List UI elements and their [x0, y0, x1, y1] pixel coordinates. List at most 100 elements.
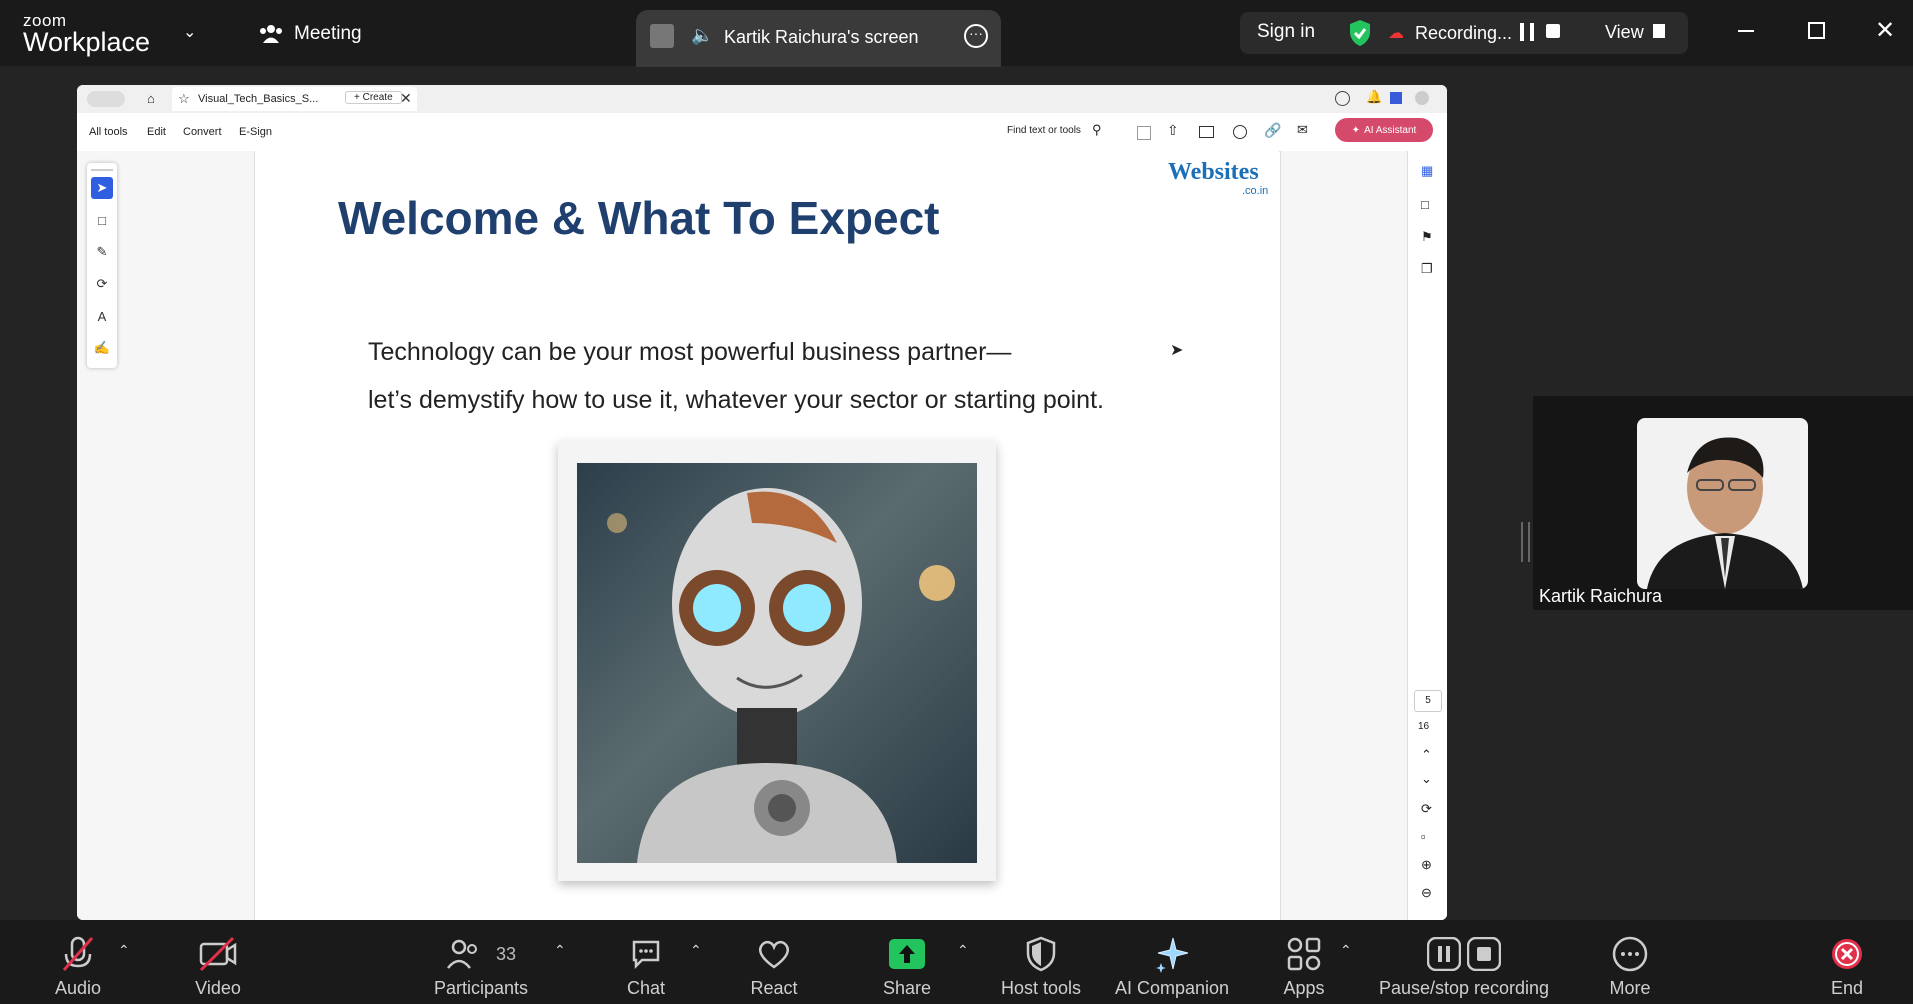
resize-handle[interactable] — [1521, 522, 1530, 562]
share-indicator[interactable]: 🔈 Kartik Raichura's screen ··· — [636, 10, 1001, 67]
more-icon[interactable]: ··· — [964, 24, 988, 48]
participant-video-tile[interactable]: Kartik Raichura — [1533, 396, 1913, 610]
pages-icon[interactable]: ❐ — [1421, 261, 1433, 277]
save-icon[interactable] — [1137, 126, 1151, 140]
ai-companion-label: AI Companion — [1114, 978, 1230, 998]
more-button[interactable]: More — [1608, 932, 1652, 999]
share-link-icon[interactable] — [1233, 125, 1247, 139]
slide-title: Welcome & What To Expect — [338, 192, 940, 244]
pen-icon[interactable]: ✎ — [91, 241, 113, 263]
upload-icon[interactable]: ⇧ — [1167, 122, 1179, 139]
websites-logo: Websites — [1168, 159, 1259, 185]
menu-convert[interactable]: Convert — [183, 126, 222, 138]
chevron-down-icon[interactable]: ⌄ — [183, 22, 196, 42]
signature-icon[interactable]: ✍ — [91, 337, 113, 359]
comment-icon[interactable]: □ — [91, 209, 113, 231]
chevron-up-icon[interactable]: ⌃ — [1421, 747, 1432, 763]
bell-icon[interactable]: 🔔 — [1366, 89, 1382, 105]
ai-companion-button[interactable]: AI Companion — [1110, 932, 1234, 999]
host-tools-button[interactable]: Host tools — [996, 932, 1086, 999]
participants-button[interactable]: 33 Participants — [431, 932, 531, 999]
participants-count: 33 — [495, 943, 517, 964]
restore-icon[interactable] — [1808, 22, 1825, 39]
viewer-toolbar: All tools Edit Convert E-Sign Find text … — [77, 113, 1447, 152]
chevron-down-icon[interactable]: ⌄ — [1421, 771, 1432, 787]
image-frame — [558, 441, 996, 881]
end-button[interactable]: End — [1826, 932, 1868, 999]
edit-panel-icon[interactable]: ▦ — [1421, 163, 1433, 179]
people-icon — [260, 25, 282, 43]
heart-icon — [756, 932, 792, 976]
microphone-muted-icon — [60, 932, 96, 976]
select-cursor-icon[interactable]: ➤ — [91, 177, 113, 199]
end-label: End — [1830, 978, 1864, 998]
react-button[interactable]: React — [748, 932, 800, 999]
page-number-input[interactable]: 5 — [1414, 690, 1442, 712]
zoom-brand-title: Workplace — [23, 27, 151, 57]
view-button[interactable]: View — [1605, 22, 1644, 43]
search-icon[interactable]: ⚲ — [1092, 122, 1102, 138]
slide-line-1: Technology can be your most powerful bus… — [368, 338, 1012, 366]
star-icon[interactable]: ☆ — [178, 91, 190, 107]
participant-avatar — [1637, 418, 1808, 589]
meeting-button[interactable]: Meeting — [258, 23, 362, 45]
chat-button[interactable]: Chat — [620, 932, 672, 999]
create-label: Create — [362, 92, 393, 103]
lasso-icon[interactable]: ⟳ — [91, 273, 113, 295]
participants-icon — [447, 939, 477, 969]
bookmark-icon[interactable]: ⚑ — [1421, 229, 1433, 245]
chat-options-chevron-icon[interactable]: ⌃ — [690, 942, 702, 959]
participants-label: Participants — [433, 978, 529, 998]
stop-icon[interactable] — [1546, 24, 1560, 38]
recording-cloud-icon: ☁ — [1388, 25, 1404, 42]
recording-label: Recording... — [1415, 23, 1513, 43]
participant-name: Kartik Raichura — [1539, 586, 1663, 606]
home-icon[interactable]: ⌂ — [147, 91, 155, 106]
audio-button[interactable]: Audio — [48, 932, 108, 999]
meeting-label: Meeting — [294, 23, 362, 44]
help-icon[interactable] — [1335, 91, 1350, 106]
apps-grid-icon[interactable] — [1390, 92, 1402, 104]
websites-logo-suffix: .co.in — [1242, 185, 1269, 197]
comments-panel-icon[interactable]: □ — [1421, 197, 1429, 212]
more-label: More — [1609, 978, 1651, 998]
apps-options-chevron-icon[interactable]: ⌃ — [1340, 942, 1352, 959]
menu-all-tools[interactable]: All tools — [89, 126, 128, 138]
zoom-out-icon[interactable]: ⊖ — [1421, 885, 1432, 901]
ai-companion-sparkle-icon — [1153, 932, 1191, 976]
share-button[interactable]: Share — [882, 932, 932, 999]
rotate-icon[interactable]: ⟳ — [1421, 801, 1432, 817]
video-label: Video — [195, 978, 241, 998]
pause-stop-recording-button[interactable]: Pause/stop recording — [1374, 932, 1554, 999]
document-page: Websites .co.in Welcome & What To Expect… — [255, 151, 1279, 920]
audio-label: Audio — [54, 978, 102, 998]
person-photo — [1647, 437, 1803, 589]
close-icon[interactable]: ✕ — [1875, 16, 1895, 45]
mail-icon[interactable]: ✉ — [1297, 122, 1308, 138]
find-text-field[interactable]: Find text or tools — [1007, 125, 1081, 136]
sign-in-link[interactable]: Sign in — [1257, 21, 1315, 43]
sidebar-toggle-icon[interactable] — [87, 91, 125, 107]
ai-assistant-button[interactable]: ✦ AI Assistant — [1335, 118, 1433, 142]
apps-label: Apps — [1283, 978, 1325, 998]
pause-icon[interactable] — [1520, 23, 1534, 41]
zoom-in-icon[interactable]: ⊕ — [1421, 857, 1432, 873]
page-fit-icon[interactable]: ▫ — [1421, 829, 1426, 844]
tab-close-icon[interactable]: ✕ — [400, 90, 412, 107]
share-options-chevron-icon[interactable]: ⌃ — [957, 942, 969, 959]
menu-edit[interactable]: Edit — [147, 126, 166, 138]
left-tool-palette: ➤ □ ✎ ⟳ A ✍ — [87, 163, 117, 368]
link-icon[interactable]: 🔗 — [1264, 122, 1281, 139]
view-layout-icon — [1653, 24, 1665, 38]
profile-icon[interactable] — [1415, 91, 1429, 105]
audio-options-chevron-icon[interactable]: ⌃ — [118, 942, 130, 959]
create-button[interactable]: + Create — [345, 91, 402, 104]
participants-options-chevron-icon[interactable]: ⌃ — [554, 942, 566, 959]
stop-recording-icon — [1467, 937, 1501, 971]
text-select-icon[interactable]: A — [91, 305, 113, 327]
print-icon[interactable] — [1199, 126, 1214, 138]
minimize-icon[interactable] — [1738, 30, 1754, 32]
video-button[interactable]: Video — [186, 932, 250, 999]
menu-esign[interactable]: E-Sign — [239, 126, 272, 138]
apps-button[interactable]: Apps — [1282, 932, 1326, 999]
